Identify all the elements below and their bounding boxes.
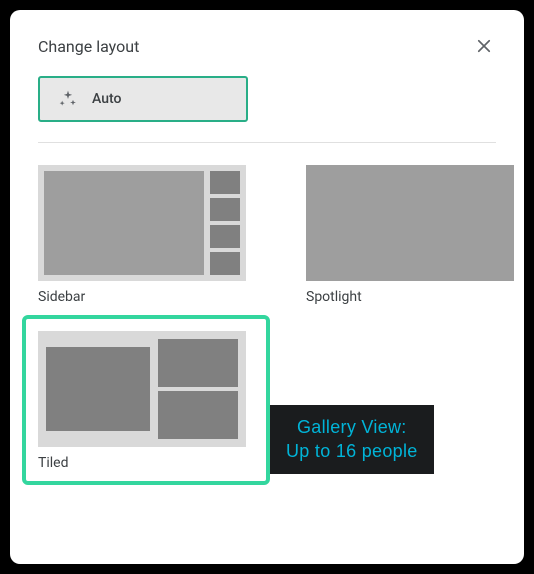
divider: [38, 142, 496, 143]
tiled-label: Tiled: [38, 455, 254, 471]
layout-option-spotlight[interactable]: Spotlight: [306, 165, 514, 305]
panel-title: Change layout: [38, 37, 139, 56]
tooltip-line2: Up to 16 people: [286, 441, 418, 461]
panel-header: Change layout: [38, 34, 496, 58]
tooltip-line1: Gallery View:: [297, 417, 407, 437]
change-layout-panel: Change layout Auto Sidebar S: [10, 10, 524, 564]
close-button[interactable]: [472, 34, 496, 58]
layout-option-tiled[interactable]: Tiled: [22, 315, 270, 485]
auto-label: Auto: [92, 91, 121, 107]
close-icon: [475, 37, 493, 55]
sidebar-label: Sidebar: [38, 289, 270, 305]
tiled-thumbnail: [38, 331, 246, 447]
sidebar-thumbnail: [38, 165, 246, 281]
spotlight-label: Spotlight: [306, 289, 514, 305]
tiled-tooltip: Gallery View: Up to 16 people: [270, 405, 434, 474]
sparkle-icon: [58, 89, 78, 109]
layout-option-auto[interactable]: Auto: [38, 76, 248, 122]
layout-option-sidebar[interactable]: Sidebar: [38, 165, 270, 305]
spotlight-thumbnail: [306, 165, 514, 281]
